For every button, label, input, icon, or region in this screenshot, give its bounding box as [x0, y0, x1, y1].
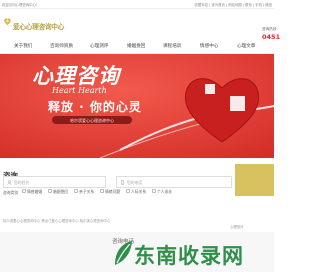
banner-slogan: 释放 · 你的心灵 [48, 100, 142, 114]
banner-pill: 哈尔滨爱心心理咨询中心 [52, 116, 132, 124]
leaf-logo-icon [115, 241, 132, 265]
top-bar: 欢迎访问心理咨询中心！ 收藏本站 | 设为首页 | 网站地图 | 联系 | 手机… [0, 0, 274, 9]
watermark-text: 东南收录网 [134, 244, 244, 268]
header: 爱心心理咨询中心 咨询热线： 0451 [0, 9, 280, 41]
nav-item-assessment[interactable]: 心理测评 [90, 43, 108, 49]
checkbox-box[interactable] [152, 189, 156, 193]
hotline-label: 咨询热线： [262, 27, 280, 31]
phone-icon [121, 180, 124, 185]
option-label: 人际关系 [131, 189, 147, 194]
logo-text[interactable]: 爱心心理咨询中心 [13, 21, 64, 31]
user-icon [7, 180, 12, 185]
main-nav: 关于我们 咨询师资质 心理测评 婚姻挽回 课程培训 情感中心 心理文章 [0, 39, 274, 54]
name-placeholder: 您的姓名 [14, 180, 30, 185]
nav-item-marriage[interactable]: 婚姻挽回 [127, 43, 145, 49]
logo-heart-icon[interactable] [3, 17, 12, 26]
footer-side-link[interactable]: 心理测评 [230, 224, 244, 229]
banner-pill-text: 哈尔滨爱心心理咨询中心 [70, 117, 114, 123]
option-label: 个人成长 [157, 189, 173, 194]
checkbox-box[interactable] [74, 189, 78, 193]
info-line: 哈尔滨爱心心理咨询中心 黑龙江爱心心理咨询中心 哈尔滨心理咨询中心 [3, 219, 111, 223]
watermark: 东南收录网 [112, 238, 274, 272]
options-label: 咨询类别 [3, 190, 19, 195]
top-links[interactable]: 收藏本站 | 设为首页 | 网站地图 | 联系 | 手机 | 微信 [194, 2, 272, 7]
nav-item-emotion[interactable]: 情感中心 [200, 43, 218, 49]
option-label: 婚姻挽回 [53, 189, 69, 194]
submit-button[interactable] [235, 164, 274, 196]
nav-item-counselors[interactable]: 咨询师资质 [50, 43, 73, 49]
nav-item-about[interactable]: 关于我们 [14, 43, 32, 49]
checkbox-box[interactable] [126, 189, 130, 193]
nav-item-articles[interactable]: 心理文章 [237, 43, 255, 49]
hero-banner[interactable]: 心理咨询 Heart Hearth 释放 · 你的心灵 哈尔滨爱心心理咨询中心 [0, 54, 274, 158]
banner-subtitle-en: Heart Hearth [52, 86, 107, 95]
option-label: 情感婚姻 [27, 189, 43, 194]
nav-item-courses[interactable]: 课程培训 [163, 43, 181, 49]
checkbox-box[interactable] [48, 189, 52, 193]
option-label: 情绪问题 [105, 189, 121, 194]
phone-field[interactable]: 您的电话 [116, 176, 232, 188]
checkbox-box[interactable] [22, 189, 26, 193]
option-label: 亲子关系 [79, 189, 95, 194]
phone-placeholder: 您的电话 [127, 180, 143, 185]
name-field[interactable]: 您的姓名 [3, 176, 106, 188]
checkbox-box[interactable] [100, 189, 104, 193]
welcome-text: 欢迎访问心理咨询中心！ [2, 3, 40, 7]
